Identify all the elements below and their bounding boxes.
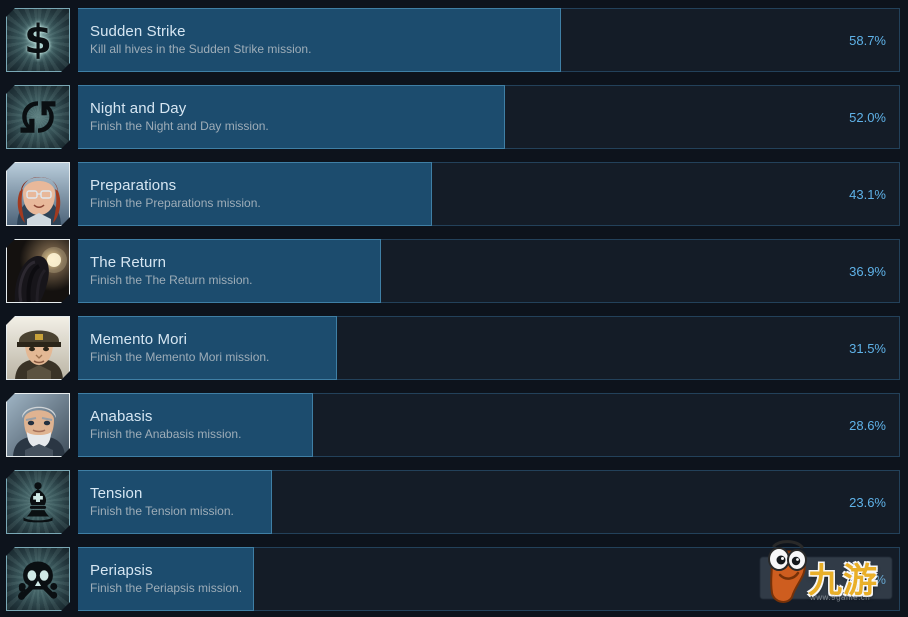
achievement-progress: Night and Day Finish the Night and Day mi… — [78, 85, 900, 149]
icon-glyph — [7, 471, 69, 533]
officer-portrait-icon — [6, 316, 70, 380]
achievement-progress: Anabasis Finish the Anabasis mission. 28.6… — [78, 393, 900, 457]
portrait-art — [7, 394, 69, 456]
achievement-progress: Preparations Finish the Preparations miss… — [78, 162, 900, 226]
icon-glyph — [7, 548, 69, 610]
portrait-art — [7, 317, 69, 379]
achievement-percent: 36.9% — [849, 263, 886, 279]
achievement-percent: 21.4% — [849, 571, 886, 587]
achievement-progress: Periapsis Finish the Periapsis mission. 21… — [78, 547, 900, 611]
skull-and-crossbones-icon — [6, 547, 70, 611]
progress-fill — [78, 8, 561, 72]
icon-glyph: $ — [7, 9, 69, 71]
dollar-sign-icon: $ — [6, 8, 70, 72]
bearded-man-portrait-icon — [6, 393, 70, 457]
progress-fill — [78, 393, 314, 457]
achievement-row[interactable]: Night and Day Finish the Night and Day mi… — [4, 81, 904, 154]
achievement-list: $ Sudden Strike Kill all hives in the Sudd… — [0, 0, 908, 617]
progress-fill — [78, 162, 433, 226]
achievement-row[interactable]: The Return Finish the The Return mission.… — [4, 235, 904, 308]
dark-creature-portrait-icon — [6, 239, 70, 303]
achievement-row[interactable]: Memento Mori Finish the Memento Mori miss… — [4, 312, 904, 385]
progress-fill — [78, 470, 272, 534]
progress-fill — [78, 316, 337, 380]
icon-glyph — [7, 86, 69, 148]
progress-fill — [78, 239, 382, 303]
achievement-row[interactable]: Periapsis Finish the Periapsis mission. 21… — [4, 543, 904, 616]
progress-fill — [78, 85, 506, 149]
achievement-progress: Tension Finish the Tension mission. 23.6% — [78, 470, 900, 534]
achievement-percent: 43.1% — [849, 186, 886, 202]
achievement-progress: The Return Finish the The Return mission.… — [78, 239, 900, 303]
achievement-progress: Sudden Strike Kill all hives in the Sudde… — [78, 8, 900, 72]
achievement-percent: 31.5% — [849, 340, 886, 356]
achievement-progress: Memento Mori Finish the Memento Mori miss… — [78, 316, 900, 380]
portrait-art — [7, 240, 69, 302]
achievement-percent: 28.6% — [849, 417, 886, 433]
achievement-row[interactable]: Tension Finish the Tension mission. 23.6% — [4, 466, 904, 539]
achievement-percent: 58.7% — [849, 32, 886, 48]
achievement-row[interactable]: $ Sudden Strike Kill all hives in the Sudd… — [4, 4, 904, 77]
achievement-percent: 23.6% — [849, 494, 886, 510]
cycle-arrows-icon — [6, 85, 70, 149]
portrait-art — [7, 163, 69, 225]
achievement-percent: 52.0% — [849, 109, 886, 125]
red-haired-woman-portrait-icon — [6, 162, 70, 226]
progress-fill — [78, 547, 254, 611]
svg-text:$: $ — [24, 18, 52, 62]
achievement-row[interactable]: Preparations Finish the Preparations miss… — [4, 158, 904, 231]
chess-bishop-icon — [6, 470, 70, 534]
achievement-row[interactable]: Anabasis Finish the Anabasis mission. 28.6… — [4, 389, 904, 462]
